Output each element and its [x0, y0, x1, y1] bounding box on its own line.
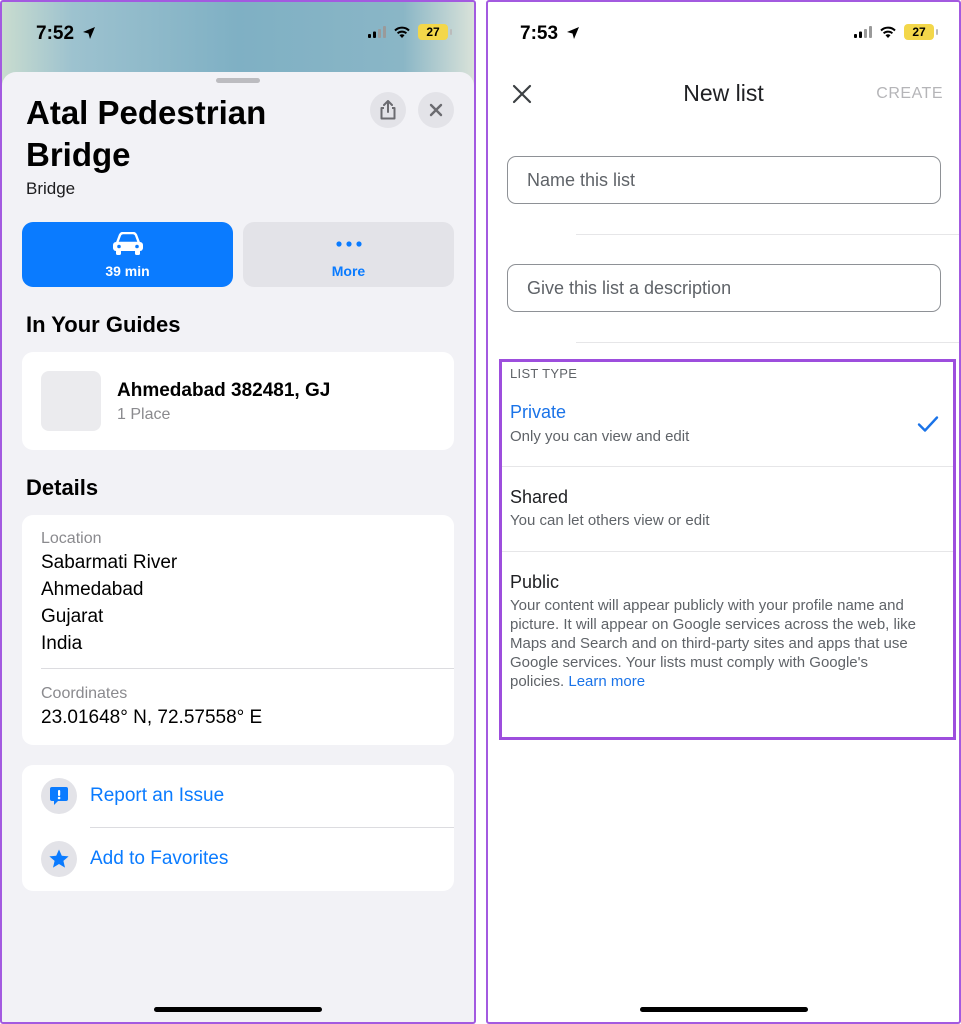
- guide-card[interactable]: Ahmedabad 382481, GJ 1 Place: [22, 352, 454, 450]
- share-icon: [380, 100, 396, 120]
- close-button[interactable]: [418, 92, 454, 128]
- place-sheet: Atal Pedestrian Bridge Bridge 39 min Mor…: [2, 72, 474, 1022]
- location-line: Ahmedabad: [41, 579, 144, 600]
- option-title: Shared: [510, 487, 569, 507]
- guide-subtitle: 1 Place: [117, 406, 171, 423]
- list-type-section: LIST TYPE Private Only you can view and …: [499, 359, 956, 740]
- star-icon-badge: [41, 841, 77, 877]
- option-description: Your content will appear publicly with y…: [510, 596, 920, 691]
- ellipsis-icon: [335, 240, 362, 247]
- star-icon: [49, 849, 69, 868]
- option-divider: [502, 551, 953, 552]
- list-type-heading: LIST TYPE: [510, 366, 578, 381]
- status-time: 7:53: [520, 23, 559, 44]
- directions-time: 39 min: [105, 262, 150, 279]
- option-divider: [502, 466, 953, 467]
- option-description: You can let others view or edit: [510, 512, 710, 529]
- actions-card: Report an Issue Add to Favorites: [22, 765, 454, 891]
- coordinates-value[interactable]: 23.01648° N, 72.57558° E: [41, 707, 262, 729]
- location-arrow-icon: [567, 27, 579, 39]
- add-favorites-row[interactable]: Add to Favorites: [22, 828, 454, 890]
- status-indicators: 27: [368, 24, 452, 40]
- place-title: Atal Pedestrian Bridge: [26, 94, 267, 173]
- car-icon: [112, 231, 143, 255]
- wifi-icon: [394, 26, 410, 38]
- option-description: Only you can view and edit: [510, 428, 690, 445]
- home-indicator[interactable]: [154, 1007, 322, 1012]
- cellular-signal-icon: [854, 26, 872, 38]
- exclamation-bubble-icon: [50, 787, 68, 805]
- google-maps-new-list-screen: 7:53 27 New list CREATE Name this list G…: [486, 0, 961, 1024]
- more-button[interactable]: More: [243, 222, 454, 287]
- field-divider: [576, 234, 959, 235]
- directions-button[interactable]: 39 min: [22, 222, 233, 287]
- location-label: Location: [41, 530, 102, 547]
- location-line: India: [41, 633, 83, 654]
- learn-more-link[interactable]: Learn more: [568, 673, 645, 690]
- status-indicators: 27: [854, 24, 938, 40]
- sheet-grabber[interactable]: [216, 78, 260, 83]
- list-description-input[interactable]: Give this list a description: [507, 264, 941, 312]
- report-issue-row[interactable]: Report an Issue: [22, 765, 454, 827]
- more-label: More: [331, 262, 366, 279]
- report-issue-link[interactable]: Report an Issue: [90, 785, 224, 807]
- place-subtitle: Bridge: [26, 179, 76, 198]
- details-heading: Details: [26, 475, 99, 500]
- home-indicator[interactable]: [639, 1007, 808, 1012]
- cellular-signal-icon: [368, 26, 386, 38]
- guide-title: Ahmedabad 382481, GJ: [117, 380, 331, 401]
- option-title: Private: [510, 402, 567, 422]
- list-name-input[interactable]: Name this list: [507, 156, 941, 204]
- add-favorites-link[interactable]: Add to Favorites: [90, 848, 228, 870]
- field-divider: [576, 342, 959, 343]
- battery-indicator: 27: [418, 24, 452, 40]
- details-divider: [41, 668, 454, 669]
- report-icon-badge: [41, 778, 77, 814]
- location-line: Sabarmati River: [41, 552, 178, 573]
- guides-heading: In Your Guides: [26, 312, 181, 337]
- create-button[interactable]: CREATE: [876, 85, 943, 103]
- details-card: Location Sabarmati River Ahmedabad Gujar…: [22, 515, 454, 745]
- location-arrow-icon: [83, 27, 95, 39]
- status-bar: 7:52 27: [2, 2, 474, 64]
- option-title: Public: [510, 572, 560, 592]
- status-time: 7:52: [36, 23, 75, 44]
- guide-thumbnail: [41, 371, 101, 431]
- apple-maps-screen: 7:52 27 Atal Pedestrian Bridge Bridge 39…: [0, 0, 476, 1024]
- share-button[interactable]: [370, 92, 406, 128]
- location-line: Gujarat: [41, 606, 104, 627]
- coordinates-label: Coordinates: [41, 685, 128, 702]
- checkmark-icon: [917, 416, 939, 432]
- close-icon: [429, 103, 443, 117]
- battery-indicator: 27: [904, 24, 938, 40]
- status-bar: 7:53 27: [488, 2, 959, 64]
- wifi-icon: [880, 26, 896, 38]
